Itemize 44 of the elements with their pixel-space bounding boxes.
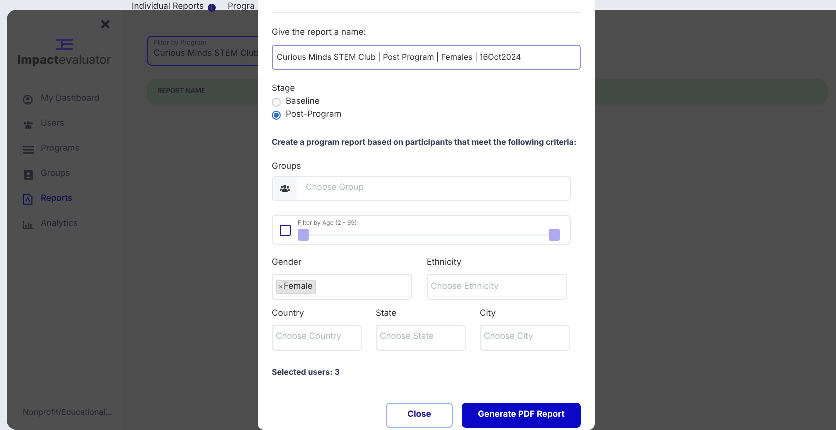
radio-button[interactable] — [272, 111, 281, 120]
close-icon[interactable] — [101, 20, 110, 29]
placeholder-text: Choose Ethnicity — [431, 280, 499, 294]
select-field[interactable]: Choose State — [376, 324, 466, 351]
tab[interactable]: Progra — [228, 1, 255, 14]
select-field[interactable]: Choose Ethnicity — [427, 274, 567, 300]
age-range-slider[interactable] — [298, 229, 560, 242]
field-label: Ethnicity — [427, 257, 463, 270]
select-field[interactable]: Choose Country — [272, 324, 362, 351]
placeholder-text: Choose Country — [276, 331, 342, 344]
sidebar-item[interactable]: Reports — [20, 191, 122, 208]
users-icon — [280, 185, 290, 192]
field-label: Groups — [272, 160, 302, 174]
field-label: Stage — [272, 82, 296, 96]
tab[interactable]: Individual Reports — [132, 1, 216, 14]
close-button[interactable]: Close — [386, 402, 453, 428]
user-circle-icon — [23, 94, 33, 104]
slider-thumb[interactable] — [549, 229, 560, 242]
field-label: Country — [272, 308, 306, 321]
slider-thumb[interactable] — [298, 229, 309, 242]
select-field[interactable]: Choose City — [480, 324, 570, 351]
remove-icon[interactable] — [279, 285, 283, 289]
criteria-text: Create a program report based on participants that meet the following criteria: — [272, 136, 578, 148]
logo-icon — [56, 39, 73, 50]
users-icon — [22, 120, 34, 128]
radio-label: Baseline — [286, 96, 320, 109]
field-label: City — [480, 308, 497, 321]
placeholder-text: Choose City — [484, 331, 534, 344]
placeholder-text: Choose State — [380, 331, 434, 344]
selected-users-count: Selected users: 3 — [272, 366, 341, 378]
generate-report-button[interactable]: Generate PDF Report — [462, 402, 581, 428]
list-icon — [22, 146, 34, 154]
selected-tag[interactable]: Female — [276, 280, 316, 294]
radio-label: Post-Program — [286, 109, 342, 122]
bar-chart-icon — [22, 220, 34, 228]
document-icon — [23, 194, 33, 205]
field-label: State — [376, 308, 398, 321]
age-filter-checkbox[interactable] — [280, 224, 291, 236]
select-field[interactable]: Female — [272, 274, 412, 300]
placeholder-text: Choose Group — [306, 182, 364, 196]
report-name-input[interactable]: Curious Minds STEM Club | Post Program | Females | 16Oct2024 — [272, 44, 581, 70]
group-select[interactable]: Choose Group — [272, 176, 571, 202]
contact-card-icon — [24, 170, 32, 180]
field-label: Gender — [272, 257, 303, 270]
